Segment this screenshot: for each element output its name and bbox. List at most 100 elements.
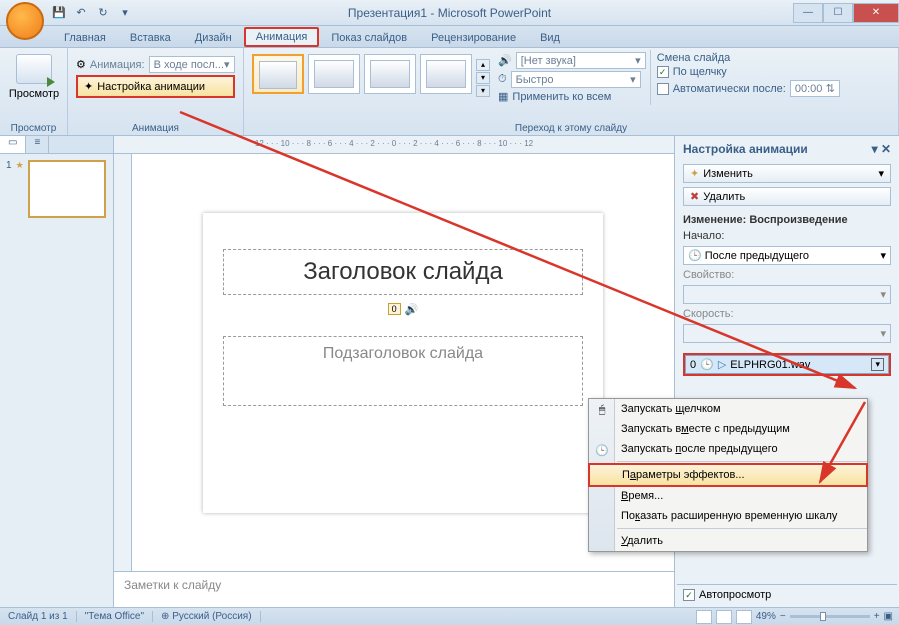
sound-dropdown[interactable]: [Нет звука]▾ (516, 52, 646, 69)
zoom-label: 49% (756, 611, 776, 622)
speaker-icon: 🔊 (498, 54, 512, 67)
start-label: Начало: (683, 230, 891, 242)
cm-start-withprev[interactable]: Запускать вместе с предыдущим (589, 419, 867, 439)
audio-icon[interactable]: 🔊 (405, 303, 419, 316)
slide-thumbnail[interactable]: 1 ★ (6, 160, 107, 218)
view-slideshow-button[interactable] (736, 610, 752, 624)
taskpane-dropdown-icon[interactable]: ▾ (872, 142, 878, 156)
modify-button[interactable]: ✦Изменить▾ (683, 164, 891, 183)
status-lang: ⊕ Русский (Россия) (153, 611, 261, 622)
cm-effect-options[interactable]: Параметры эффектов... (588, 463, 868, 487)
transition-thumb[interactable] (308, 54, 360, 94)
clock-icon: 🕒 (593, 441, 611, 459)
slide-number: 1 (6, 160, 12, 218)
start-dropdown[interactable]: 🕒 После предыдущего▾ (683, 246, 891, 265)
clock-icon: 🕒 (688, 250, 702, 262)
tab-animation[interactable]: Анимация (244, 27, 320, 47)
undo-icon[interactable]: ↶ (72, 4, 90, 22)
item-name: ELPHRG01.wav (730, 359, 810, 371)
onclick-checkbox[interactable]: ✓ (657, 66, 669, 78)
group-animation: ⚙ Анимация: В ходе посл...▾ ✦ Настройка … (68, 48, 244, 135)
maximize-button[interactable]: ☐ (823, 3, 853, 23)
tab-home[interactable]: Главная (52, 29, 118, 47)
group-label-transition: Переход к этому слайду (248, 122, 894, 135)
slide-canvas: Заголовок слайда 0 🔊 Подзаголовок слайда (203, 213, 603, 513)
view-sorter-button[interactable] (716, 610, 732, 624)
cm-remove[interactable]: Удалить (589, 531, 867, 551)
cm-show-timeline[interactable]: Показать расширенную временную шкалу (589, 506, 867, 526)
tab-view[interactable]: Вид (528, 29, 572, 47)
change-section-title: Изменение: Воспроизведение (683, 214, 891, 226)
subtitle-placeholder[interactable]: Подзаголовок слайда (223, 336, 583, 406)
mouse-icon: 🖱 (593, 401, 611, 419)
animate-dropdown[interactable]: В ходе посл...▾ (149, 56, 235, 73)
zoom-slider[interactable] (790, 615, 870, 618)
autopreview-row: ✓ Автопросмотр (677, 584, 897, 605)
item-dropdown-icon[interactable]: ▾ (871, 358, 884, 371)
window-title: Презентация1 - Microsoft PowerPoint (348, 6, 551, 20)
group-preview: Просмотр Просмотр (0, 48, 68, 135)
delete-icon: ✖ (690, 190, 699, 203)
auto-time-spinner[interactable]: 00:00⇅ (790, 80, 840, 97)
delete-button[interactable]: ✖Удалить (683, 187, 891, 206)
office-button[interactable] (6, 2, 44, 40)
preview-label: Просмотр (4, 88, 64, 100)
qat-dropdown-icon[interactable]: ▾ (116, 4, 134, 22)
transition-thumb[interactable] (364, 54, 416, 94)
zoom-in-button[interactable]: + (874, 611, 880, 622)
tab-design[interactable]: Дизайн (183, 29, 244, 47)
title-placeholder[interactable]: Заголовок слайда (223, 249, 583, 295)
status-theme: "Тема Office" (77, 611, 153, 622)
gallery-down-icon[interactable]: ▾ (476, 72, 490, 84)
transition-thumb[interactable] (420, 54, 472, 94)
save-icon[interactable]: 💾 (50, 4, 68, 22)
gallery-more-icon[interactable]: ▾ (476, 85, 490, 97)
group-label-animation: Анимация (72, 122, 239, 135)
slides-tab[interactable]: ▭ (0, 136, 26, 153)
custom-animation-button[interactable]: ✦ Настройка анимации (76, 75, 235, 98)
ruler-horizontal: 12 · · · 10 · · · 8 · · · 6 · · · 4 · · … (114, 136, 674, 154)
speed-label: Скорость: (683, 308, 891, 320)
autopreview-checkbox[interactable]: ✓ (683, 589, 695, 601)
status-bar: Слайд 1 из 1 "Тема Office" ⊕ Русский (Ро… (0, 607, 899, 625)
speed-icon: ⏱ (498, 73, 507, 86)
gallery-up-icon[interactable]: ▴ (476, 59, 490, 71)
anim-order-badge: 0 (388, 303, 401, 315)
transition-gallery[interactable]: ▴ ▾ ▾ (248, 50, 494, 105)
tab-review[interactable]: Рецензирование (419, 29, 528, 47)
cm-start-afterprev[interactable]: 🕒Запускать после предыдущего (589, 439, 867, 459)
apply-all-button[interactable]: ▦Применить ко всем (498, 90, 646, 103)
star-icon: ✦ (84, 80, 93, 93)
speed-dropdown[interactable]: Быстро▾ (511, 71, 641, 88)
cm-start-onclick[interactable]: 🖱Запускать щелчком (589, 399, 867, 419)
ribbon: Просмотр Просмотр ⚙ Анимация: В ходе пос… (0, 48, 899, 136)
anim-star-icon: ★ (16, 160, 24, 218)
group-label-preview: Просмотр (4, 122, 63, 135)
quick-access-toolbar: 💾 ↶ ↻ ▾ (50, 4, 134, 22)
notes-area[interactable]: Заметки к слайду (114, 571, 674, 607)
zoom-out-button[interactable]: − (780, 611, 786, 622)
animate-label: Анимация: (90, 59, 145, 71)
taskpane-close-icon[interactable]: ✕ (881, 142, 891, 156)
autopreview-label: Автопросмотр (699, 589, 771, 601)
fit-button[interactable]: ▣ (884, 611, 893, 622)
clock-icon: 🕒 (700, 358, 714, 371)
tab-insert[interactable]: Вставка (118, 29, 183, 47)
view-normal-button[interactable] (696, 610, 712, 624)
close-button[interactable]: ✕ (853, 3, 899, 23)
animation-item[interactable]: 0 🕒 ▷ ELPHRG01.wav ▾ (685, 355, 889, 374)
autoafter-checkbox[interactable] (657, 83, 669, 95)
group-transition: ▴ ▾ ▾ 🔊 [Нет звука]▾ ⏱ Быстро▾ ▦Применить … (244, 48, 899, 135)
cm-timing[interactable]: Время... (589, 486, 867, 506)
taskpane-title: Настройка анимации (683, 142, 808, 156)
outline-tab[interactable]: ≡ (26, 136, 49, 153)
lang-icon: ⊕ (161, 611, 169, 622)
ruler-vertical (114, 154, 132, 571)
redo-icon[interactable]: ↻ (94, 4, 112, 22)
minimize-button[interactable]: — (793, 3, 823, 23)
transition-none[interactable] (252, 54, 304, 94)
apply-all-icon: ▦ (498, 90, 508, 103)
tab-slideshow[interactable]: Показ слайдов (319, 29, 419, 47)
preview-button[interactable]: Просмотр (4, 50, 64, 100)
status-slide: Слайд 1 из 1 (0, 611, 77, 622)
